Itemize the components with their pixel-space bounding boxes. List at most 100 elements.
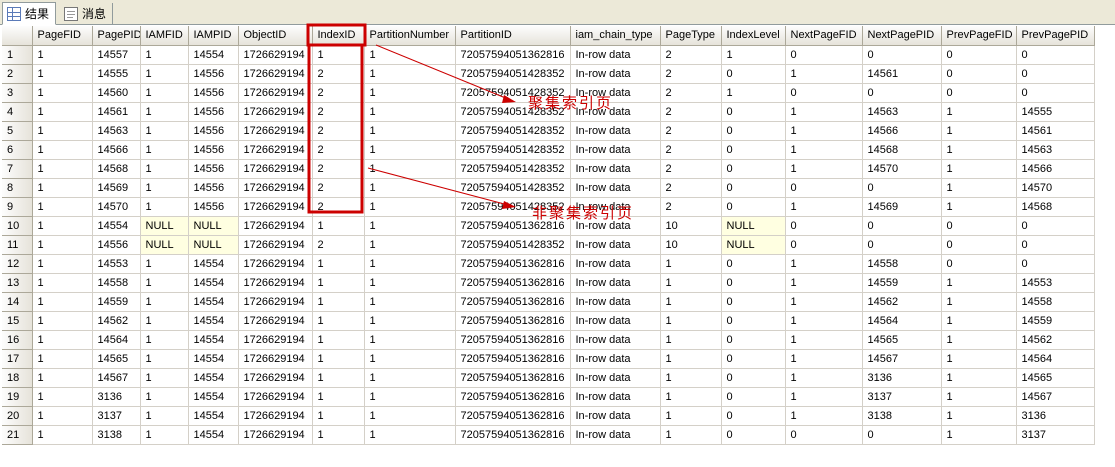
cell-pagepid[interactable]: 14564 — [92, 330, 141, 350]
cell-nextpagepid[interactable]: 0 — [862, 178, 942, 198]
cell-prevpagefid[interactable]: 1 — [941, 178, 1017, 198]
cell-pagetype[interactable]: 1 — [660, 273, 722, 293]
cell-pagetype[interactable]: 1 — [660, 387, 722, 407]
cell-nextpagefid[interactable]: 0 — [785, 178, 863, 198]
cell-partitionid[interactable]: 72057594051428352 — [455, 235, 571, 255]
column-header-partitionnumber[interactable]: PartitionNumber — [364, 26, 456, 46]
row-number[interactable]: 15 — [2, 311, 33, 331]
cell-prevpagefid[interactable]: 0 — [941, 235, 1017, 255]
cell-indexlevel[interactable]: 0 — [721, 64, 786, 84]
table-row[interactable]: 13 1 14558 1 14554 1726629194 1 1 72057594051362… — [2, 273, 1095, 293]
cell-iam-chain-type[interactable]: In-row data — [570, 311, 661, 331]
column-header-iamfid[interactable]: IAMFID — [140, 26, 189, 46]
cell-prevpagepid[interactable]: 14562 — [1016, 330, 1095, 350]
cell-pagepid[interactable]: 14554 — [92, 216, 141, 236]
cell-pagetype[interactable]: 2 — [660, 64, 722, 84]
row-number[interactable]: 3 — [2, 83, 33, 103]
cell-pagefid[interactable]: 1 — [32, 45, 93, 65]
cell-prevpagepid[interactable]: 14567 — [1016, 387, 1095, 407]
cell-indexlevel[interactable]: 0 — [721, 406, 786, 426]
cell-iampid[interactable]: 14554 — [188, 425, 239, 445]
cell-prevpagepid[interactable]: 0 — [1016, 83, 1095, 103]
cell-iampid[interactable]: 14554 — [188, 406, 239, 426]
cell-partitionnumber[interactable]: 1 — [364, 64, 456, 84]
row-number[interactable]: 2 — [2, 64, 33, 84]
cell-indexid[interactable]: 2 — [312, 178, 365, 198]
cell-indexlevel[interactable]: NULL — [721, 216, 786, 236]
table-row[interactable]: 11 1 14556 NULL NULL 1726629194 2 1 720575940514… — [2, 235, 1095, 255]
cell-prevpagepid[interactable]: 0 — [1016, 216, 1095, 236]
cell-iampid[interactable]: 14554 — [188, 45, 239, 65]
cell-pagefid[interactable]: 1 — [32, 406, 93, 426]
cell-nextpagepid[interactable]: 3138 — [862, 406, 942, 426]
cell-iampid[interactable]: 14556 — [188, 140, 239, 160]
cell-nextpagefid[interactable]: 0 — [785, 45, 863, 65]
cell-prevpagefid[interactable]: 1 — [941, 387, 1017, 407]
cell-nextpagepid[interactable]: 0 — [862, 425, 942, 445]
cell-partitionid[interactable]: 72057594051362816 — [455, 406, 571, 426]
row-number[interactable]: 14 — [2, 292, 33, 312]
cell-pagetype[interactable]: 10 — [660, 235, 722, 255]
row-number[interactable]: 18 — [2, 368, 33, 388]
cell-iampid[interactable]: NULL — [188, 235, 239, 255]
cell-partitionid[interactable]: 72057594051362816 — [455, 368, 571, 388]
table-row[interactable]: 7 1 14568 1 14556 1726629194 2 1 720575940514283… — [2, 159, 1095, 179]
cell-iam-chain-type[interactable]: In-row data — [570, 45, 661, 65]
column-header-iam-chain-type[interactable]: iam_chain_type — [570, 26, 661, 46]
cell-partitionnumber[interactable]: 1 — [364, 387, 456, 407]
cell-prevpagefid[interactable]: 1 — [941, 406, 1017, 426]
cell-nextpagepid[interactable]: 14567 — [862, 349, 942, 369]
cell-iam-chain-type[interactable]: In-row data — [570, 64, 661, 84]
cell-pagepid[interactable]: 14568 — [92, 159, 141, 179]
cell-iampid[interactable]: 14556 — [188, 83, 239, 103]
cell-objectid[interactable]: 1726629194 — [238, 83, 313, 103]
cell-pagepid[interactable]: 14555 — [92, 64, 141, 84]
cell-nextpagefid[interactable]: 1 — [785, 349, 863, 369]
cell-pagetype[interactable]: 2 — [660, 159, 722, 179]
cell-prevpagefid[interactable]: 1 — [941, 197, 1017, 217]
cell-indexid[interactable]: 1 — [312, 349, 365, 369]
cell-pagefid[interactable]: 1 — [32, 330, 93, 350]
row-number[interactable]: 13 — [2, 273, 33, 293]
cell-nextpagepid[interactable]: 3136 — [862, 368, 942, 388]
cell-nextpagepid[interactable]: 14561 — [862, 64, 942, 84]
column-header-objectid[interactable]: ObjectID — [238, 26, 313, 46]
cell-partitionid[interactable]: 72057594051362816 — [455, 349, 571, 369]
cell-pagetype[interactable]: 1 — [660, 254, 722, 274]
cell-iam-chain-type[interactable]: In-row data — [570, 235, 661, 255]
cell-pagefid[interactable]: 1 — [32, 387, 93, 407]
row-number[interactable]: 17 — [2, 349, 33, 369]
table-row[interactable]: 8 1 14569 1 14556 1726629194 2 1 720575940514283… — [2, 178, 1095, 198]
cell-pagetype[interactable]: 1 — [660, 349, 722, 369]
cell-iam-chain-type[interactable]: In-row data — [570, 273, 661, 293]
cell-iampid[interactable]: 14556 — [188, 197, 239, 217]
cell-pagetype[interactable]: 1 — [660, 368, 722, 388]
cell-indexid[interactable]: 2 — [312, 121, 365, 141]
cell-indexlevel[interactable]: 0 — [721, 292, 786, 312]
cell-pagefid[interactable]: 1 — [32, 178, 93, 198]
cell-pagetype[interactable]: 1 — [660, 425, 722, 445]
cell-prevpagepid[interactable]: 14555 — [1016, 102, 1095, 122]
cell-indexlevel[interactable]: 0 — [721, 387, 786, 407]
cell-indexid[interactable]: 2 — [312, 140, 365, 160]
column-header-partitionid[interactable]: PartitionID — [455, 26, 571, 46]
cell-prevpagefid[interactable]: 1 — [941, 121, 1017, 141]
cell-objectid[interactable]: 1726629194 — [238, 235, 313, 255]
cell-pagepid[interactable]: 14560 — [92, 83, 141, 103]
cell-partitionnumber[interactable]: 1 — [364, 216, 456, 236]
table-row[interactable]: 15 1 14562 1 14554 1726629194 1 1 72057594051362… — [2, 311, 1095, 331]
cell-pagefid[interactable]: 1 — [32, 83, 93, 103]
cell-prevpagepid[interactable]: 0 — [1016, 235, 1095, 255]
cell-pagefid[interactable]: 1 — [32, 311, 93, 331]
cell-iamfid[interactable]: 1 — [140, 368, 189, 388]
cell-partitionnumber[interactable]: 1 — [364, 254, 456, 274]
cell-pagepid[interactable]: 14566 — [92, 140, 141, 160]
cell-indexlevel[interactable]: 1 — [721, 83, 786, 103]
cell-prevpagepid[interactable]: 14565 — [1016, 368, 1095, 388]
cell-prevpagefid[interactable]: 1 — [941, 425, 1017, 445]
cell-iampid[interactable]: 14554 — [188, 368, 239, 388]
cell-pagefid[interactable]: 1 — [32, 425, 93, 445]
table-row[interactable]: 20 1 3137 1 14554 1726629194 1 1 720575940513628… — [2, 406, 1095, 426]
cell-iampid[interactable]: 14554 — [188, 254, 239, 274]
column-header-indexlevel[interactable]: IndexLevel — [721, 26, 786, 46]
